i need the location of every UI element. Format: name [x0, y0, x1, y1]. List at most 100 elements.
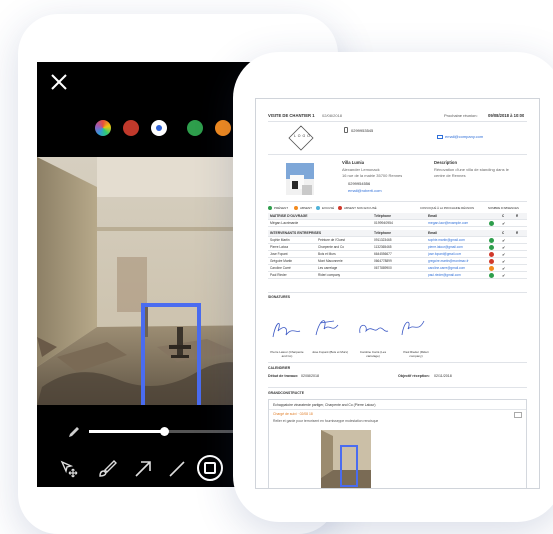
table-row: Jose Fopant Bois et Murs 6644556677 jose.fo…: [268, 251, 527, 258]
int-phone: 1132365465: [374, 245, 392, 249]
table-row: Caroline Carré Les carrelage 0677889900 car…: [268, 265, 527, 272]
int-phone: 6644556677: [374, 252, 392, 256]
table-row: Paul Rieder Rideri company paul.rieder@gma…: [268, 272, 527, 279]
report-document: VISITE DE CHANTIER 1 02/08/2018 Prochain…: [255, 98, 540, 489]
int-email: sophie.martin@gmail.com: [428, 238, 465, 242]
next-meeting-label: Prochaine réunion:: [444, 113, 478, 118]
legend-present-dot: [268, 206, 272, 210]
start-label: Début de travaux:: [268, 374, 299, 378]
signature-name-3: Caroline Carré (Les carrelage): [359, 350, 387, 358]
mail-icon: [437, 135, 443, 139]
color-swatch-green[interactable]: [187, 120, 203, 136]
logo-icon: [288, 125, 314, 151]
int-email: jose.fopant@gmail.com: [428, 252, 462, 256]
legend-present: PRÉSENT: [274, 206, 289, 210]
legend-absent: ABSENT: [300, 206, 313, 210]
legend-convened: CONVOQUÉ À LA PROCHAINE RÉUNION: [420, 206, 475, 210]
phone-icon: [344, 127, 348, 133]
move-icon[interactable]: [59, 459, 81, 479]
status-dot: [489, 221, 494, 226]
moa-header-email: Email: [428, 214, 438, 218]
legend-excused-dot: [316, 206, 320, 210]
description-text-2: centre de Rennes: [434, 173, 466, 178]
company-phone: 0299953545: [351, 128, 374, 133]
int-company: Bois et Murs: [318, 252, 336, 256]
calendar-label: CALENDRIER: [268, 366, 291, 370]
arrow-icon[interactable]: [133, 459, 153, 479]
description-label: Description: [434, 160, 458, 165]
site-phone: 0299954556: [348, 181, 371, 186]
comment-icon[interactable]: [514, 412, 522, 418]
status-dot: [489, 273, 494, 278]
moa-header-r: R: [516, 214, 519, 218]
color-swatch-multicolor[interactable]: [95, 120, 111, 136]
divider: [268, 387, 527, 388]
legend-unexcused-dot: [338, 206, 342, 210]
int-header-r: R: [516, 231, 519, 235]
start-date: 02/08/2018: [301, 374, 319, 378]
table-row: Mégan Lacrimarde 0199940954 megan.lacr@e…: [268, 220, 527, 227]
signatures-drawing: [272, 320, 425, 338]
int-name: Jose Fopant: [270, 252, 288, 256]
divider: [268, 362, 527, 363]
brush-icon[interactable]: [97, 459, 117, 479]
line-icon[interactable]: [167, 459, 187, 479]
observation-card: Echappatoire vinaraterde partiger, Charp…: [268, 399, 527, 488]
report-date: 02/08/2018: [322, 113, 343, 118]
status-dot: [489, 252, 494, 257]
divider: [269, 409, 526, 410]
table-row: Grégoire Martin Mont Maconnerie 0664778899…: [268, 258, 527, 265]
signature-name-1: Pierre Latour (Charpente and Co): [270, 350, 304, 358]
int-name: Sophie Martin: [270, 238, 290, 242]
int-name: Grégoire Martin: [270, 259, 293, 263]
int-phone: 0677889900: [374, 266, 392, 270]
legend-unexcused: ABSENT NON EXCUSÉ: [344, 206, 377, 210]
int-name: Pierre Latour: [270, 245, 289, 249]
stroke-size-slider[interactable]: [89, 427, 239, 436]
status-dot: [489, 245, 494, 250]
close-icon[interactable]: [49, 72, 69, 92]
int-name: Paul Rieder: [270, 273, 287, 277]
check-icon: ✔: [502, 273, 506, 278]
observation-tag: Chargé de suivi · 02/08 18: [273, 412, 313, 416]
slider-thumb[interactable]: [160, 427, 169, 436]
color-swatch-red[interactable]: [123, 120, 139, 136]
pencil-icon[interactable]: [67, 425, 81, 439]
check-icon: ✔: [502, 252, 506, 257]
int-header-c: C: [502, 231, 505, 235]
color-swatch-white-selected[interactable]: [151, 120, 167, 136]
check-icon: ✔: [502, 221, 506, 226]
int-company: Mont Maconnerie: [318, 259, 343, 263]
check-icon: ✔: [502, 238, 506, 243]
status-dot: [489, 238, 494, 243]
description-text-1: Rénovation d'une villa de standing dans …: [434, 167, 509, 172]
signatures-label: SIGNATURES: [268, 295, 290, 299]
table-row: Pierre Latour Charpente and Co 1132365465 p…: [268, 244, 527, 251]
color-swatch-orange[interactable]: [215, 120, 231, 136]
villa-photo: [286, 163, 314, 195]
check-icon: ✔: [502, 266, 506, 271]
selected-indicator: [156, 125, 162, 131]
int-email: caroline.carre@gmail.com: [428, 266, 466, 270]
int-header-name: INTERVENANTS ENTREPRISES: [270, 231, 322, 235]
check-icon: ✔: [502, 259, 506, 264]
rectangle-tool-button[interactable]: [197, 455, 223, 481]
signature-name-4: Paul Rieder (Rideri company): [403, 350, 429, 358]
site-address-2: 16 rue de la mairie 35700 Rennes: [342, 173, 403, 178]
moa-header-name: MAÎTRISE D'OUVRAGE: [270, 214, 308, 218]
check-icon: ✔: [502, 245, 506, 250]
int-company: Les carrelage: [318, 266, 338, 270]
site-address-1: Alexander Lemonack: [342, 167, 380, 172]
status-dot: [489, 266, 494, 271]
int-email: gregoire.martin@montmac.fr: [428, 259, 469, 263]
status-dot: [489, 259, 494, 264]
int-company: Rideri company: [318, 273, 341, 277]
site-email: email@roberti.com: [348, 188, 382, 193]
goal-label: Objectif réception:: [398, 374, 430, 378]
observation-title: Echappatoire vinaraterde partiger, Charp…: [273, 403, 376, 407]
company-email: email@company.com: [445, 134, 484, 139]
int-name: Caroline Carré: [270, 266, 291, 270]
annotation-rectangle[interactable]: [141, 303, 201, 405]
divider: [268, 201, 527, 202]
int-phone: 0911323465: [374, 238, 392, 242]
